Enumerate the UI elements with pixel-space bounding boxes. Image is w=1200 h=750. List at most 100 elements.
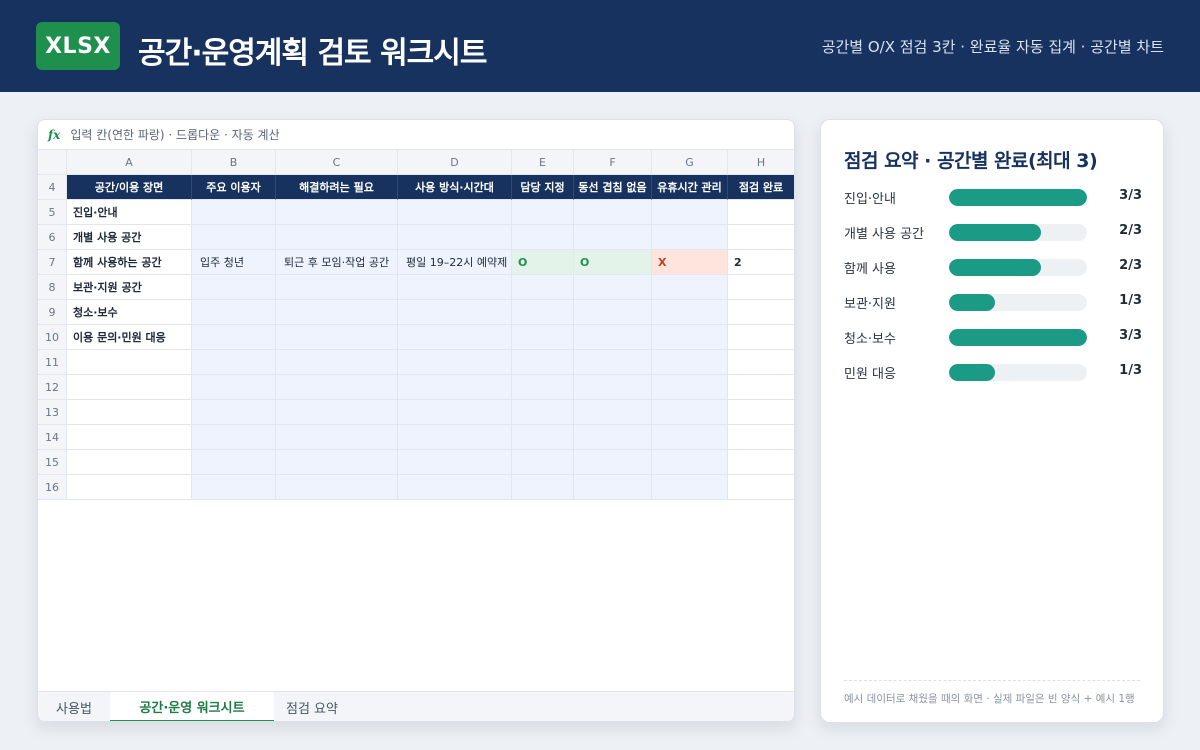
row-number[interactable]: 9 — [38, 300, 67, 325]
cell-c5[interactable] — [276, 200, 398, 225]
cell-a12[interactable] — [67, 375, 192, 400]
column-header-g[interactable]: G — [652, 150, 728, 175]
cell-g16[interactable] — [652, 475, 728, 500]
cell-a5[interactable]: 진입·안내 — [67, 200, 192, 225]
cell-b8[interactable] — [192, 275, 276, 300]
column-header-a[interactable]: A — [67, 150, 192, 175]
cell-g13[interactable] — [652, 400, 728, 425]
row-number[interactable]: 7 — [38, 250, 67, 275]
cell-g12[interactable] — [652, 375, 728, 400]
cell-b9[interactable] — [192, 300, 276, 325]
cell-d15[interactable] — [398, 450, 512, 475]
cell-d9[interactable] — [398, 300, 512, 325]
cell-b15[interactable] — [192, 450, 276, 475]
cell-d10[interactable] — [398, 325, 512, 350]
cell-h11[interactable] — [728, 350, 794, 375]
cell-g10[interactable] — [652, 325, 728, 350]
corner-cell[interactable] — [38, 150, 67, 175]
cell-c12[interactable] — [276, 375, 398, 400]
cell-e8[interactable] — [512, 275, 574, 300]
row-number[interactable]: 15 — [38, 450, 67, 475]
cell-h16[interactable] — [728, 475, 794, 500]
cell-a6[interactable]: 개별 사용 공간 — [67, 225, 192, 250]
cell-e16[interactable] — [512, 475, 574, 500]
row-number[interactable]: 11 — [38, 350, 67, 375]
cell-d5[interactable] — [398, 200, 512, 225]
cell-d6[interactable] — [398, 225, 512, 250]
row-number[interactable]: 8 — [38, 275, 67, 300]
row-number[interactable]: 5 — [38, 200, 67, 225]
cell-d16[interactable] — [398, 475, 512, 500]
cell-a15[interactable] — [67, 450, 192, 475]
cell-e5[interactable] — [512, 200, 574, 225]
cell-f8[interactable] — [574, 275, 652, 300]
formula-bar[interactable]: fx 입력 칸(연한 파랑) · 드롭다운 · 자동 계산 — [38, 120, 794, 150]
cell-c14[interactable] — [276, 425, 398, 450]
cell-h6[interactable] — [728, 225, 794, 250]
cell-f5[interactable] — [574, 200, 652, 225]
cell-f12[interactable] — [574, 375, 652, 400]
row-number[interactable]: 12 — [38, 375, 67, 400]
cell-e15[interactable] — [512, 450, 574, 475]
cell-g5[interactable] — [652, 200, 728, 225]
cell-e7[interactable]: O — [512, 250, 574, 275]
cell-c10[interactable] — [276, 325, 398, 350]
cell-d13[interactable] — [398, 400, 512, 425]
cell-f10[interactable] — [574, 325, 652, 350]
cell-c13[interactable] — [276, 400, 398, 425]
cell-c9[interactable] — [276, 300, 398, 325]
tab-usage[interactable]: 사용법 — [38, 692, 110, 721]
cell-e13[interactable] — [512, 400, 574, 425]
cell-a9[interactable]: 청소·보수 — [67, 300, 192, 325]
row-number[interactable]: 4 — [38, 175, 67, 200]
cell-b5[interactable] — [192, 200, 276, 225]
cell-g11[interactable] — [652, 350, 728, 375]
cell-h8[interactable] — [728, 275, 794, 300]
tab-worksheet[interactable]: 공간·운영 워크시트 — [110, 692, 274, 721]
cell-e6[interactable] — [512, 225, 574, 250]
cell-f15[interactable] — [574, 450, 652, 475]
cell-b14[interactable] — [192, 425, 276, 450]
cell-c16[interactable] — [276, 475, 398, 500]
cell-g7[interactable]: X — [652, 250, 728, 275]
cell-h7[interactable]: 2 — [728, 250, 794, 275]
cell-h10[interactable] — [728, 325, 794, 350]
cell-c7[interactable]: 퇴근 후 모임·작업 공간 — [276, 250, 398, 275]
cell-g15[interactable] — [652, 450, 728, 475]
cell-h5[interactable] — [728, 200, 794, 225]
column-header-e[interactable]: E — [512, 150, 574, 175]
cell-d8[interactable] — [398, 275, 512, 300]
cell-h14[interactable] — [728, 425, 794, 450]
cell-a10[interactable]: 이용 문의·민원 대응 — [67, 325, 192, 350]
tab-summary[interactable]: 점검 요약 — [274, 692, 350, 721]
row-number[interactable]: 16 — [38, 475, 67, 500]
cell-b7[interactable]: 입주 청년 — [192, 250, 276, 275]
cell-a13[interactable] — [67, 400, 192, 425]
cell-f7[interactable]: O — [574, 250, 652, 275]
column-header-h[interactable]: H — [728, 150, 794, 175]
cell-b10[interactable] — [192, 325, 276, 350]
cell-c15[interactable] — [276, 450, 398, 475]
cell-h13[interactable] — [728, 400, 794, 425]
cell-b6[interactable] — [192, 225, 276, 250]
cell-g6[interactable] — [652, 225, 728, 250]
cell-f9[interactable] — [574, 300, 652, 325]
cell-f16[interactable] — [574, 475, 652, 500]
cell-h9[interactable] — [728, 300, 794, 325]
cell-f11[interactable] — [574, 350, 652, 375]
cell-b11[interactable] — [192, 350, 276, 375]
cell-h12[interactable] — [728, 375, 794, 400]
cell-g9[interactable] — [652, 300, 728, 325]
cell-e12[interactable] — [512, 375, 574, 400]
cell-f14[interactable] — [574, 425, 652, 450]
column-header-d[interactable]: D — [398, 150, 512, 175]
cell-e14[interactable] — [512, 425, 574, 450]
cell-a14[interactable] — [67, 425, 192, 450]
cell-g8[interactable] — [652, 275, 728, 300]
cell-e10[interactable] — [512, 325, 574, 350]
cell-d14[interactable] — [398, 425, 512, 450]
cell-b13[interactable] — [192, 400, 276, 425]
column-header-c[interactable]: C — [276, 150, 398, 175]
column-header-f[interactable]: F — [574, 150, 652, 175]
cell-a8[interactable]: 보관·지원 공간 — [67, 275, 192, 300]
